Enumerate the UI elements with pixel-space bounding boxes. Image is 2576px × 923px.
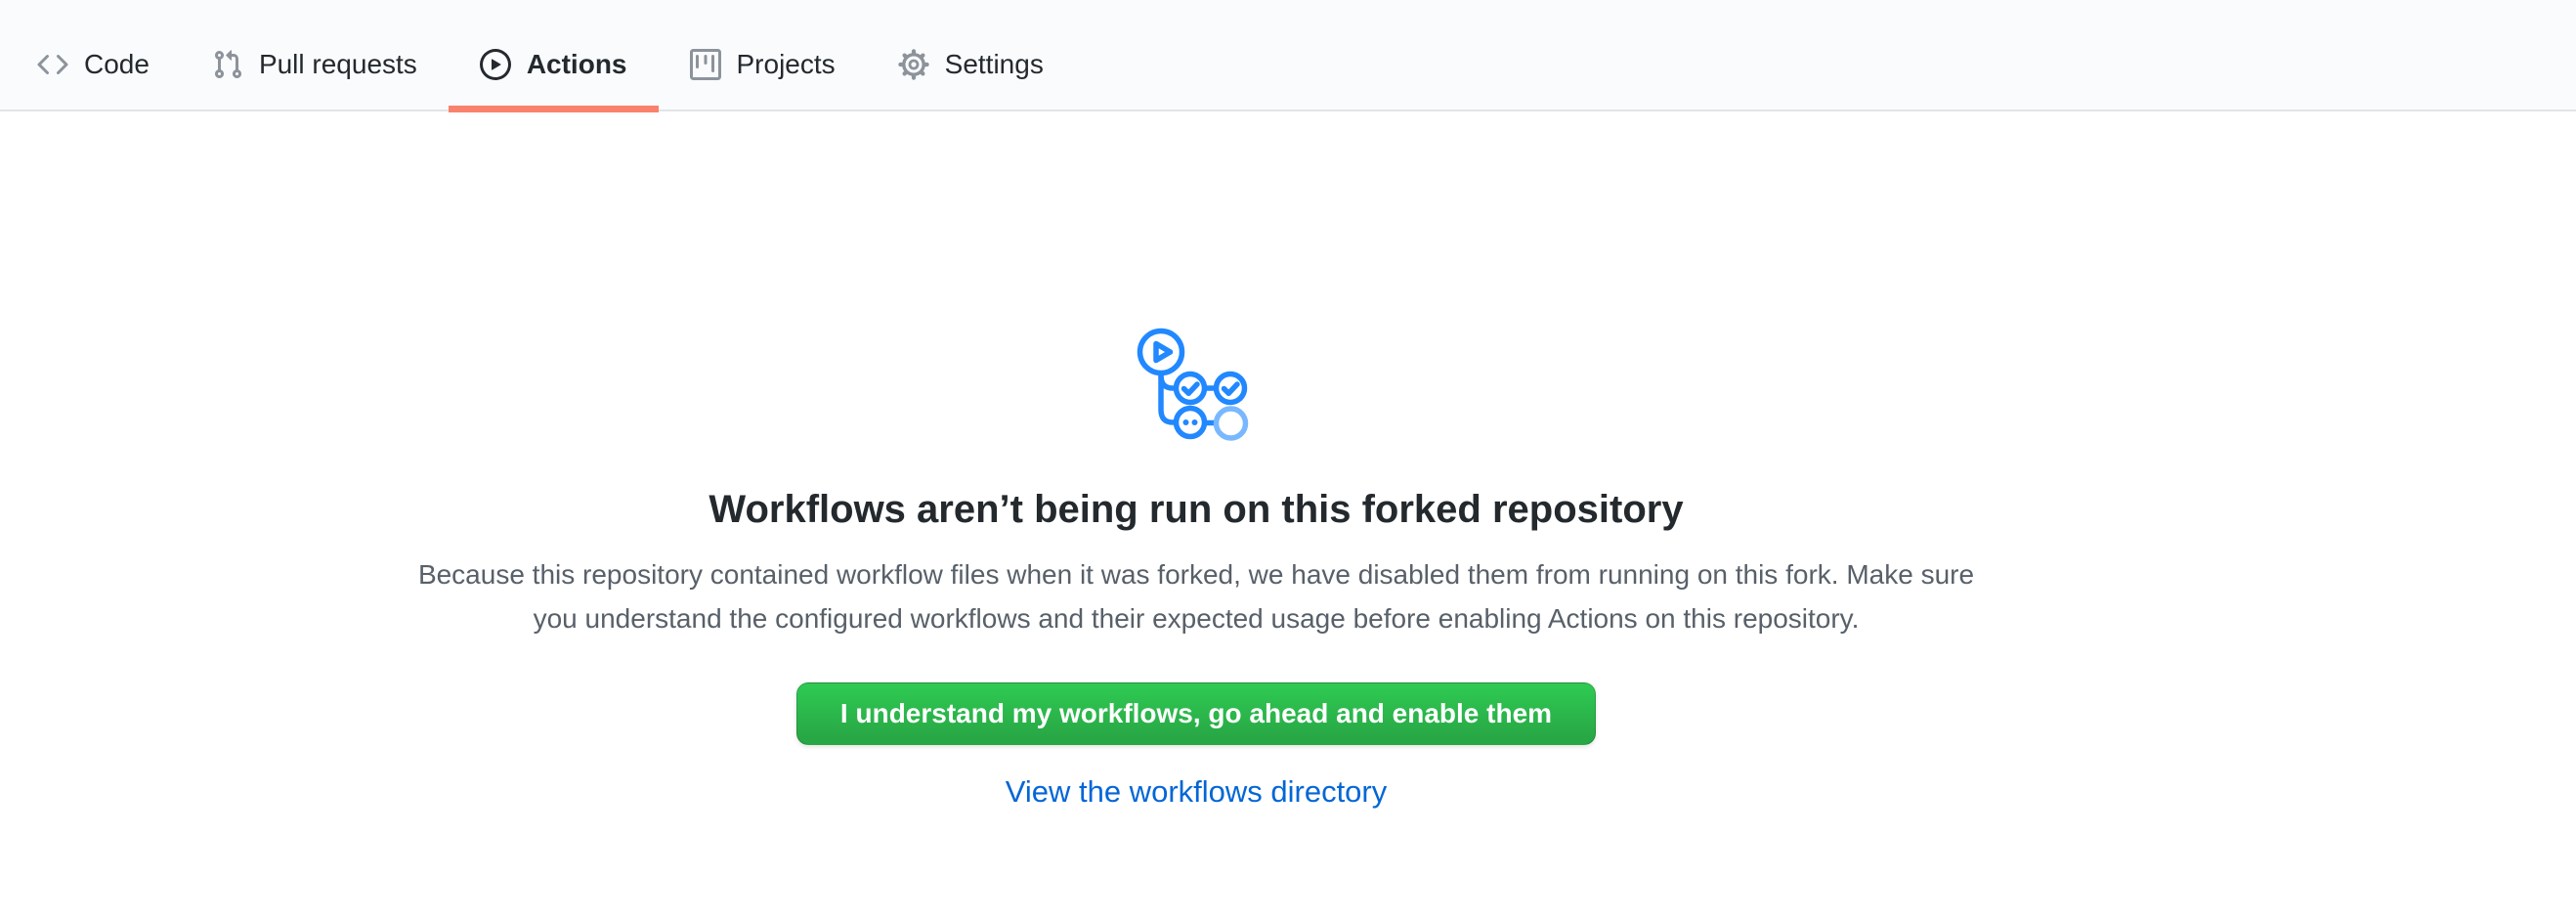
workflows-directory-link[interactable]: View the workflows directory — [1006, 772, 1388, 812]
repo-tab-bar: Code Pull requests Actions Projects Sett… — [0, 0, 2576, 111]
code-icon — [37, 49, 68, 80]
project-icon — [690, 49, 721, 80]
workflow-graph-icon — [1135, 326, 1258, 443]
tab-label: Projects — [737, 51, 836, 78]
tab-label: Pull requests — [259, 51, 417, 78]
tab-actions[interactable]: Actions — [449, 20, 659, 110]
tab-label: Settings — [945, 51, 1044, 78]
blankslate-description: Because this repository contained workfl… — [400, 552, 1993, 640]
tab-code[interactable]: Code — [6, 20, 181, 110]
tab-label: Code — [84, 51, 150, 78]
gear-icon — [898, 49, 929, 80]
actions-disabled-blankslate: Workflows aren’t being run on this forke… — [0, 111, 2392, 812]
tab-projects[interactable]: Projects — [659, 20, 867, 110]
tab-pull-requests[interactable]: Pull requests — [181, 20, 449, 110]
tab-settings[interactable]: Settings — [867, 20, 1075, 110]
blankslate-heading: Workflows aren’t being run on this forke… — [708, 486, 1683, 533]
play-circle-icon — [480, 49, 511, 80]
git-pull-request-icon — [212, 49, 243, 80]
enable-workflows-button[interactable]: I understand my workflows, go ahead and … — [796, 682, 1596, 745]
tab-label: Actions — [527, 51, 627, 78]
